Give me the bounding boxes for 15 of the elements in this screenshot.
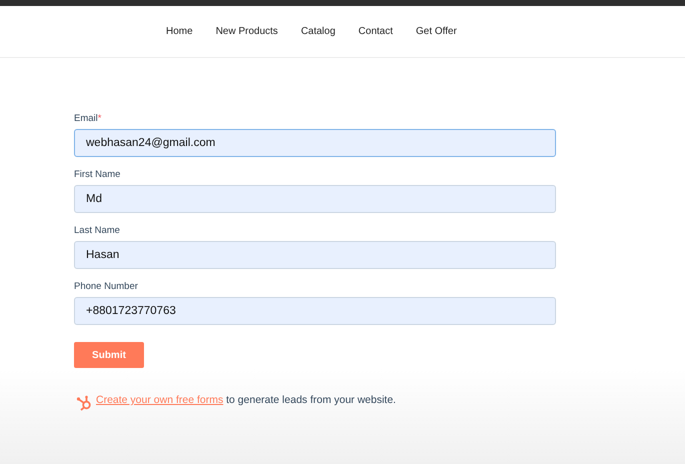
field-label: Last Name [74,225,121,236]
input-field[interactable]: +8801723770763 [74,297,556,325]
nav-link[interactable]: Catalog [300,26,336,37]
nav-link[interactable]: Home [166,26,193,37]
field-label: First Name [74,169,122,180]
footer-text: Create your own free forms to generate leads from your website. [96,394,396,406]
nav-link[interactable]: Get Offer [416,26,457,37]
input-field[interactable]: Hasan [74,241,556,269]
input-field[interactable]: webhasan24@gmail.com [74,129,556,157]
input-field[interactable]: Md [74,185,556,213]
nav-link[interactable]: New Products [216,26,278,37]
field-label: Phone Number [74,281,139,292]
nav-link[interactable]: Contact [358,26,393,37]
sprocket-icon [76,394,93,411]
field-label: Email* [74,113,102,124]
